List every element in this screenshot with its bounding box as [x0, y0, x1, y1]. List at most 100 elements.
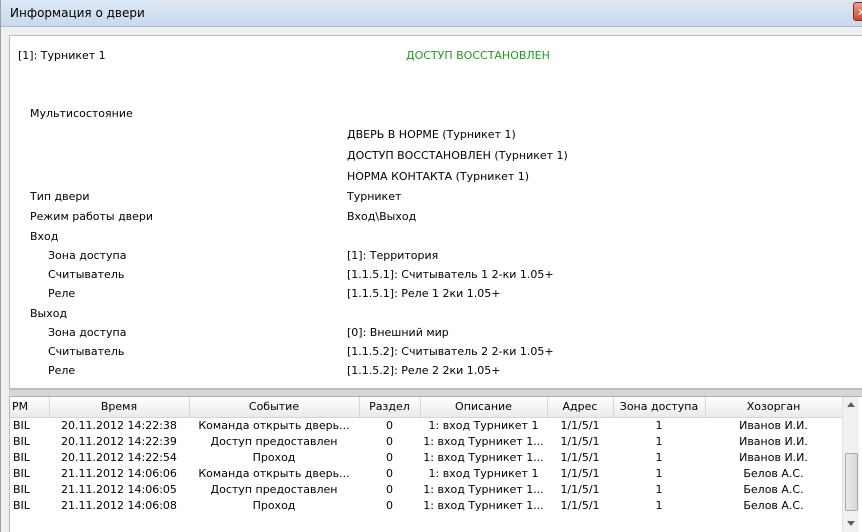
cell-event: Доступ предоставлен [210, 482, 338, 496]
exit-reader-value: [1.1.5.2]: Считыватель 2 2-ки 1.05+ [347, 345, 554, 358]
column-header-address[interactable]: Адрес [547, 397, 614, 418]
cell-access-zone: 1 [655, 466, 663, 480]
cell-address: 1/1/5/1 [560, 418, 600, 432]
cell-time: 20.11.2012 14:22:39 [61, 434, 177, 448]
door-mode-label: Режим работы двери [30, 210, 154, 223]
cell-event: Проход [252, 450, 296, 464]
panel-splitter[interactable] [9, 389, 862, 397]
cell-time: 20.11.2012 14:22:38 [61, 418, 177, 432]
cell-time: 21.11.2012 14:06:05 [61, 482, 177, 496]
cell-access-zone: 1 [655, 434, 663, 448]
column-header-event[interactable]: Событие [189, 397, 360, 418]
cell-description: 1: вход Турникет 1... [423, 482, 544, 496]
table-row[interactable]: BIL 21.11.2012 14:06:05 Доступ предостав… [10, 481, 842, 497]
entry-relay-value: [1.1.5.1]: Реле 1 2ки 1.05+ [347, 287, 501, 300]
cell-event: Команда открыть дверь... [198, 418, 350, 432]
entry-zone-label: Зона доступа [48, 249, 127, 262]
door-mode-value: Вход\Выход [347, 210, 417, 223]
cell-section: 0 [386, 482, 393, 496]
multistate-label: Мультисостояние [30, 107, 133, 120]
cell-address: 1/1/5/1 [560, 466, 600, 480]
scroll-thumb[interactable] [845, 453, 858, 511]
cell-owner: Белов А.С. [743, 466, 804, 480]
column-header-owner[interactable]: Хозорган [705, 397, 843, 418]
cell-description: 1: вход Турникет 1 [428, 418, 539, 432]
cell-time: 20.11.2012 14:22:54 [61, 450, 177, 464]
exit-reader-label: Считыватель [48, 345, 125, 358]
close-button[interactable]: x [853, 2, 862, 21]
cell-event: Проход [252, 498, 296, 512]
exit-zone-label: Зона доступа [48, 326, 127, 339]
cell-time: 21.11.2012 14:06:06 [61, 466, 177, 480]
cell-address: 1/1/5/1 [560, 482, 600, 496]
exit-relay-label: Реле [48, 364, 76, 377]
column-header-section[interactable]: Раздел [359, 397, 421, 418]
cell-event: Доступ предоставлен [210, 434, 338, 448]
events-table: РМ Время Событие Раздел Описание Адрес З… [10, 397, 843, 513]
cell-description: 1: вход Турникет 1 [428, 466, 539, 480]
cell-section: 0 [386, 450, 393, 464]
table-row[interactable]: BIL 20.11.2012 14:22:54 Проход 0 1: вход… [10, 449, 842, 465]
cell-event: Команда открыть дверь... [198, 466, 350, 480]
scroll-down-arrow-icon[interactable] [847, 521, 855, 526]
access-status: ДОСТУП ВОССТАНОВЛЕН [406, 49, 550, 62]
multistate-value: ДОСТУП ВОССТАНОВЛЕН (Турникет 1) [347, 149, 568, 162]
events-grid: РМ Время Событие Раздел Описание Адрес З… [9, 397, 862, 532]
entry-zone-value: [1]: Территория [347, 249, 439, 262]
cell-description: 1: вход Турникет 1... [423, 498, 544, 512]
cell-section: 0 [386, 434, 393, 448]
cell-description: 1: вход Турникет 1... [423, 434, 544, 448]
cell-access-zone: 1 [655, 498, 663, 512]
entry-reader-label: Считыватель [48, 268, 125, 281]
entry-relay-label: Реле [48, 287, 76, 300]
entry-reader-value: [1.1.5.1]: Считыватель 1 2-ки 1.05+ [347, 268, 554, 281]
cell-address: 1/1/5/1 [560, 498, 600, 512]
window-title: Информация о двери [10, 6, 145, 20]
cell-rm: BIL [13, 418, 30, 432]
cell-rm: BIL [13, 434, 30, 448]
cell-owner: Белов А.С. [743, 482, 804, 496]
cell-address: 1/1/5/1 [560, 434, 600, 448]
door-type-value: Турникет [347, 190, 402, 203]
close-icon: x [858, 5, 862, 18]
scroll-up-arrow-icon[interactable] [847, 402, 855, 407]
door-name: [1]: Турникет 1 [18, 49, 106, 62]
cell-rm: BIL [13, 466, 30, 480]
cell-section: 0 [386, 418, 393, 432]
events-scrollbar[interactable] [842, 397, 859, 532]
cell-owner: Иванов И.И. [739, 418, 808, 432]
column-header-rm[interactable]: РМ [10, 397, 50, 418]
cell-owner: Белов А.С. [743, 498, 804, 512]
table-row[interactable]: BIL 20.11.2012 14:22:39 Доступ предостав… [10, 433, 842, 449]
cell-rm: BIL [13, 450, 30, 464]
cell-owner: Иванов И.И. [739, 450, 808, 464]
cell-section: 0 [386, 466, 393, 480]
door-info-panel: [1]: Турникет 1 ДОСТУП ВОССТАНОВЛЕН Муль… [9, 35, 862, 389]
cell-access-zone: 1 [655, 482, 663, 496]
column-header-access-zone[interactable]: Зона доступа [613, 397, 706, 418]
exit-section-label: Выход [30, 307, 68, 320]
cell-address: 1/1/5/1 [560, 450, 600, 464]
cell-time: 21.11.2012 14:06:08 [61, 498, 177, 512]
table-row[interactable]: BIL 21.11.2012 14:06:08 Проход 0 1: вход… [10, 497, 842, 513]
door-type-label: Тип двери [30, 190, 90, 203]
cell-rm: BIL [13, 498, 30, 512]
cell-section: 0 [386, 498, 393, 512]
door-info-window: Информация о двери x [1]: Турникет 1 ДОС… [0, 0, 862, 532]
multistate-value: НОРМА КОНТАКТА (Турникет 1) [347, 170, 530, 183]
multistate-value: ДВЕРЬ В НОРМЕ (Турникет 1) [347, 128, 516, 141]
exit-relay-value: [1.1.5.2]: Реле 2 2ки 1.05+ [347, 364, 501, 377]
table-row[interactable]: BIL 21.11.2012 14:06:06 Команда открыть … [10, 465, 842, 481]
cell-description: 1: вход Турникет 1... [423, 450, 544, 464]
cell-access-zone: 1 [655, 450, 663, 464]
title-bar[interactable]: Информация о двери x [1, 0, 862, 27]
events-header-row: РМ Время Событие Раздел Описание Адрес З… [10, 397, 843, 418]
cell-rm: BIL [13, 482, 30, 496]
entry-section-label: Вход [30, 230, 59, 243]
column-header-time[interactable]: Время [49, 397, 190, 418]
table-row[interactable]: BIL 20.11.2012 14:22:38 Команда открыть … [10, 417, 842, 433]
cell-owner: Иванов И.И. [739, 434, 808, 448]
exit-zone-value: [0]: Внешний мир [347, 326, 449, 339]
cell-access-zone: 1 [655, 418, 663, 432]
column-header-description[interactable]: Описание [420, 397, 548, 418]
